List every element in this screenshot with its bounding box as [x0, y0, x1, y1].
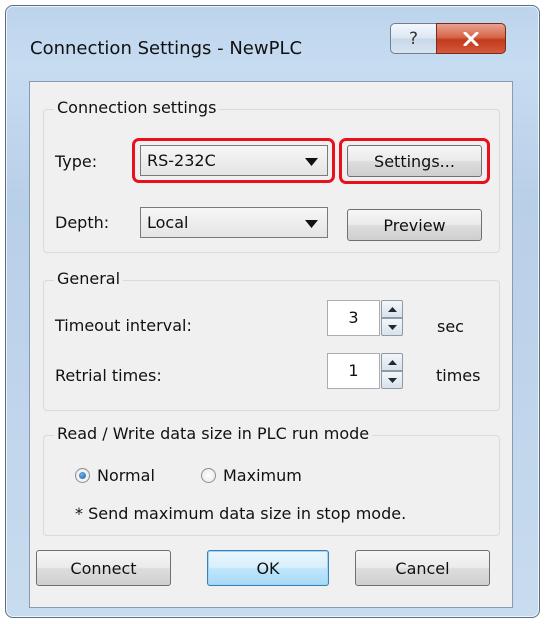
connection-settings-legend: Connection settings [54, 98, 220, 117]
depth-value: Local [147, 213, 189, 232]
radio-maximum[interactable]: Maximum [201, 466, 331, 488]
type-highlight [132, 138, 335, 183]
readwrite-note: * Send maximum data size in stop mode. [75, 504, 407, 523]
depth-combo[interactable]: Local [140, 207, 328, 238]
retrial-increment-button[interactable] [381, 353, 403, 371]
arrow-up-icon [387, 359, 397, 365]
retrial-label: Retrial times: [55, 366, 162, 385]
timeout-unit: sec [437, 317, 464, 336]
dialog-window: Connection Settings - NewPLC ? Connectio… [5, 5, 540, 618]
radio-normal-button[interactable] [75, 468, 90, 483]
arrow-up-icon [387, 306, 397, 312]
timeout-label: Timeout interval: [55, 316, 192, 335]
arrow-down-icon [387, 324, 397, 330]
retrial-spinner[interactable] [381, 353, 403, 389]
help-icon: ? [408, 28, 419, 49]
radio-normal-label: Normal [97, 466, 155, 485]
readwrite-legend: Read / Write data size in PLC run mode [54, 424, 373, 443]
timeout-value: 3 [348, 308, 359, 327]
retrial-decrement-button[interactable] [381, 371, 403, 389]
retrial-input[interactable]: 1 [327, 353, 380, 389]
ok-button[interactable]: OK [207, 550, 329, 586]
close-button[interactable] [436, 23, 506, 54]
general-group: General Timeout interval: 3 sec Retrial … [43, 269, 500, 411]
preview-button[interactable]: Preview [347, 209, 482, 241]
settings-highlight [339, 138, 490, 184]
close-icon [463, 31, 479, 46]
type-label: Type: [55, 152, 98, 171]
timeout-increment-button[interactable] [381, 300, 403, 318]
depth-label: Depth: [55, 213, 110, 232]
general-legend: General [54, 269, 124, 288]
chevron-down-icon [305, 220, 318, 228]
window-title: Connection Settings - NewPLC [30, 38, 303, 59]
timeout-decrement-button[interactable] [381, 318, 403, 336]
title-bar[interactable]: Connection Settings - NewPLC ? [6, 6, 539, 81]
radio-normal[interactable]: Normal [75, 466, 185, 488]
timeout-spinner[interactable] [381, 300, 403, 336]
radio-maximum-label: Maximum [223, 466, 302, 485]
dialog-client-area: Connection settings Type: RS-232C Settin… [29, 81, 513, 608]
retrial-unit: times [436, 366, 481, 385]
retrial-value: 1 [348, 361, 359, 380]
connection-settings-group: Connection settings Type: RS-232C Settin… [43, 98, 500, 253]
connect-button[interactable]: Connect [36, 550, 171, 586]
cancel-button[interactable]: Cancel [355, 550, 490, 586]
timeout-input[interactable]: 3 [327, 300, 380, 336]
help-button[interactable]: ? [390, 23, 437, 54]
arrow-down-icon [387, 377, 397, 383]
radio-maximum-button[interactable] [201, 468, 216, 483]
readwrite-group: Read / Write data size in PLC run mode N… [43, 424, 500, 536]
